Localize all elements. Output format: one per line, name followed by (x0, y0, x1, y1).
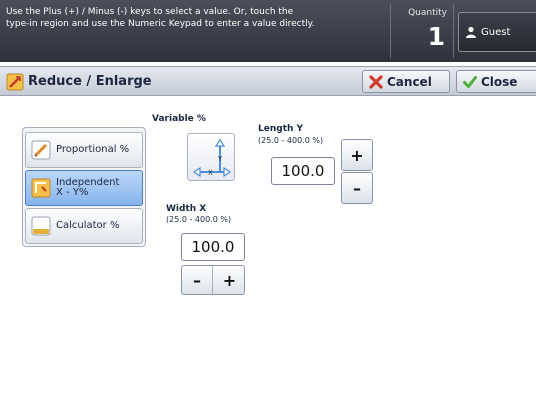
instruction-line-1: Use the Plus (+) / Minus (-) keys to sel… (6, 7, 294, 17)
quantity-value: 1 (427, 22, 445, 51)
cancel-x-icon (369, 74, 383, 89)
check-icon (463, 75, 477, 88)
quantity-display: Quantity 1 (390, 4, 454, 58)
calculator-icon (31, 216, 51, 236)
calculator-label: Calculator % (56, 220, 120, 231)
proportional-label: Proportional % (56, 144, 130, 155)
length-y-minus-button[interactable]: – (341, 172, 373, 204)
instruction-line-2: type-in region and use the Numeric Keypa… (6, 19, 315, 29)
xy-diagram: X Y (187, 133, 235, 181)
mode-selector: Proportional % Independent X - Y% Calcul… (22, 127, 146, 247)
width-x-stepper: – + (181, 265, 245, 295)
message-bar: Use the Plus (+) / Minus (-) keys to sel… (0, 0, 536, 62)
width-x-plus-button[interactable]: + (214, 266, 245, 294)
quantity-label: Quantity (408, 8, 447, 18)
diagram-x-label: X (208, 169, 213, 177)
independent-xy-icon (31, 178, 51, 198)
xy-arrows-icon: X Y (192, 138, 232, 178)
proportional-mode-button[interactable]: Proportional % (25, 132, 143, 168)
diagram-y-label: Y (217, 155, 223, 163)
page-title: Reduce / Enlarge (28, 74, 152, 89)
length-y-label: Length Y (258, 124, 304, 134)
calculator-mode-button[interactable]: Calculator % (25, 208, 143, 244)
width-x-minus-button[interactable]: – (182, 266, 213, 294)
main-content: Proportional % Independent X - Y% Calcul… (0, 97, 536, 408)
independent-label-line-2: X - Y% (56, 187, 89, 198)
length-y-input[interactable]: 100.0 (271, 157, 335, 185)
independent-mode-button[interactable]: Independent X - Y% (25, 170, 143, 206)
title-bar: Reduce / Enlarge Cancel Close (0, 66, 536, 96)
reduce-enlarge-icon (6, 73, 24, 91)
user-icon (466, 26, 476, 38)
variable-percent-label: Variable % (152, 114, 206, 124)
independent-label: Independent X - Y% (56, 178, 119, 198)
cancel-label: Cancel (387, 74, 432, 89)
width-x-input[interactable]: 100.0 (181, 233, 245, 261)
length-y-range: (25.0 - 400.0 %) (258, 136, 324, 145)
width-x-range: (25.0 - 400.0 %) (166, 215, 232, 224)
guest-label: Guest (481, 26, 511, 38)
close-button[interactable]: Close (456, 70, 536, 93)
guest-button[interactable]: Guest (458, 12, 536, 52)
cancel-button[interactable]: Cancel (362, 70, 450, 93)
proportional-pencil-icon (31, 140, 51, 160)
instruction-message: Use the Plus (+) / Minus (-) keys to sel… (6, 6, 376, 30)
width-x-label: Width X (166, 204, 207, 214)
length-y-plus-button[interactable]: + (341, 139, 373, 171)
close-label: Close (481, 74, 518, 89)
